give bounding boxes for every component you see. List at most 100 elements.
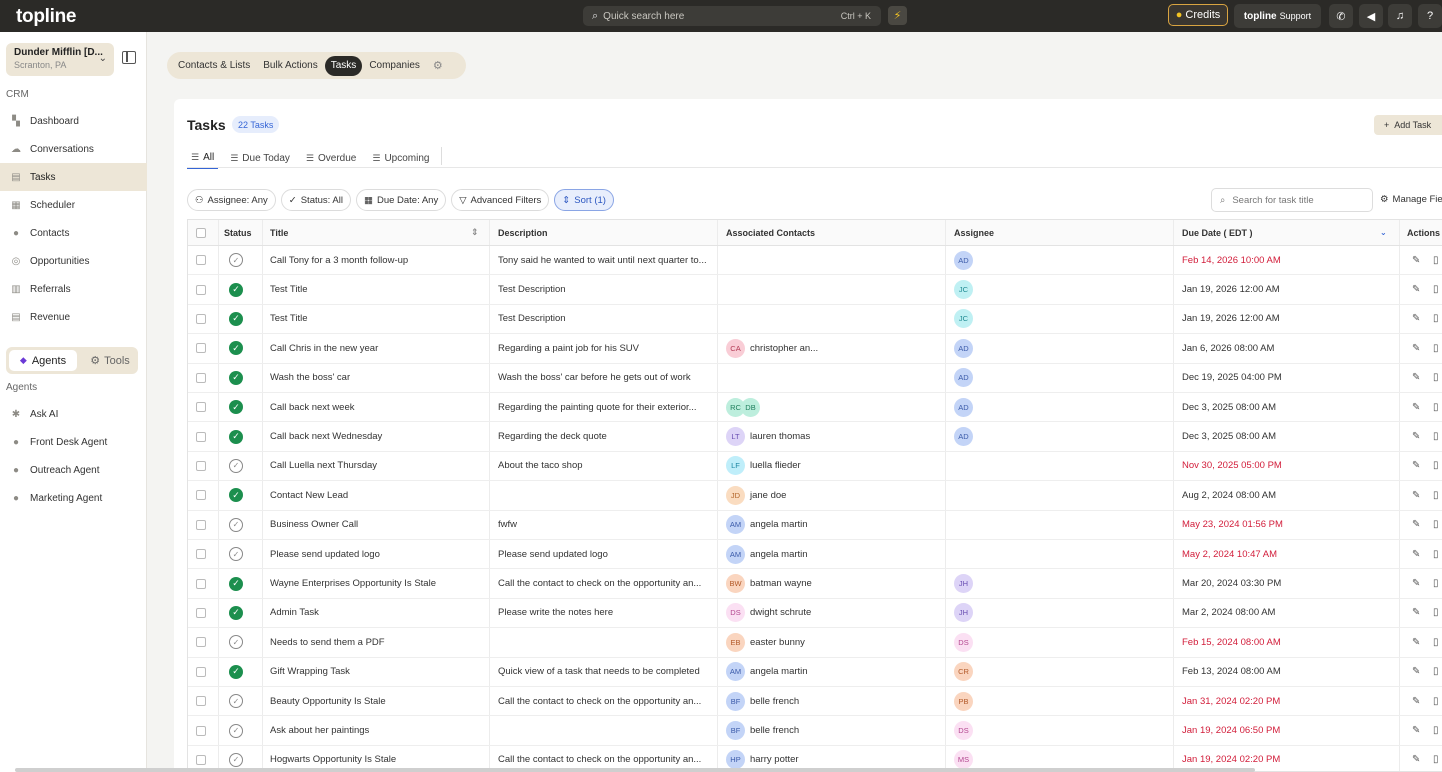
assignee-avatar[interactable]: DS — [954, 721, 973, 741]
completed-status-icon[interactable]: ✓ — [229, 429, 243, 444]
contact-avatar[interactable]: BF — [726, 691, 745, 711]
table-row[interactable]: ✓ Call back next Wednesday Regarding the… — [188, 422, 1442, 452]
task-title[interactable]: Test Title — [270, 305, 485, 333]
sidebar-collapse-icon[interactable] — [122, 51, 136, 64]
row-checkbox[interactable] — [196, 754, 206, 765]
completed-status-icon[interactable]: ✓ — [229, 341, 243, 356]
table-row[interactable]: ✓ Business Owner Call fwfw AM angela mar… — [188, 510, 1442, 540]
assignee-avatar[interactable]: AD — [954, 250, 973, 270]
lightning-icon[interactable]: ⚡ — [888, 6, 907, 25]
assignee-avatar[interactable]: DS — [954, 632, 973, 652]
pending-status-icon[interactable]: ✓ — [229, 752, 243, 767]
contact-name[interactable]: belle french — [750, 725, 799, 736]
contact-avatar[interactable]: EB — [726, 632, 745, 652]
table-row[interactable]: ✓ Please send updated logo Please send u… — [188, 540, 1442, 570]
contact-avatar[interactable]: CA — [726, 338, 745, 358]
col-status[interactable]: Status — [224, 220, 252, 245]
megaphone-icon[interactable]: ◀ — [1359, 4, 1383, 28]
horizontal-scrollbar[interactable] — [15, 768, 1255, 772]
assignee-avatar[interactable]: AD — [954, 427, 973, 447]
edit-icon[interactable]: ✎ — [1412, 628, 1420, 656]
assignee-filter[interactable]: ⚇ Assignee: Any — [187, 189, 276, 211]
edit-icon[interactable]: ✎ — [1412, 658, 1420, 686]
completed-status-icon[interactable]: ✓ — [229, 605, 243, 620]
task-title[interactable]: Call Chris in the new year — [270, 334, 485, 362]
contact-name[interactable]: jane doe — [750, 490, 786, 501]
trash-icon[interactable]: ▯ — [1433, 422, 1439, 450]
table-row[interactable]: ✓ Call Tony for a 3 month follow-up Tony… — [188, 246, 1442, 276]
table-row[interactable]: ✓ Ask about her paintings BF belle frenc… — [188, 716, 1442, 746]
row-checkbox[interactable] — [196, 255, 206, 266]
edit-icon[interactable]: ✎ — [1412, 364, 1420, 392]
tab-tasks[interactable]: Tasks — [324, 55, 363, 76]
trash-icon[interactable]: ▯ — [1433, 569, 1439, 597]
edit-icon[interactable]: ✎ — [1412, 716, 1420, 744]
completed-status-icon[interactable]: ✓ — [229, 488, 243, 503]
task-title[interactable]: Wash the boss' car — [270, 364, 485, 392]
trash-icon[interactable]: ▯ — [1433, 658, 1439, 686]
task-title[interactable]: Business Owner Call — [270, 511, 485, 539]
pending-status-icon[interactable]: ✓ — [229, 635, 243, 650]
completed-status-icon[interactable]: ✓ — [229, 400, 243, 415]
sidebar-item-tasks[interactable]: ▤ Tasks — [0, 163, 147, 191]
trash-icon[interactable]: ▯ — [1433, 334, 1439, 362]
trash-icon[interactable]: ▯ — [1433, 246, 1439, 274]
row-checkbox[interactable] — [196, 519, 206, 530]
completed-status-icon[interactable]: ✓ — [229, 311, 243, 326]
table-row[interactable]: ✓ Contact New Lead JD jane doe Aug 2, 20… — [188, 481, 1442, 511]
subtab-upcoming[interactable]: ☰ Upcoming — [368, 147, 433, 169]
table-row[interactable]: ✓ Call back next week Regarding the pain… — [188, 393, 1442, 423]
due-date-filter[interactable]: ▦ Due Date: Any — [355, 189, 447, 211]
quick-search[interactable]: ⌕ Quick search here Ctrl + K — [583, 6, 881, 26]
settings-gear-icon[interactable]: ⚙ — [427, 56, 449, 76]
table-row[interactable]: ✓ Call Chris in the new year Regarding a… — [188, 334, 1442, 364]
completed-status-icon[interactable]: ✓ — [229, 576, 243, 591]
trash-icon[interactable]: ▯ — [1433, 687, 1439, 715]
trash-icon[interactable]: ▯ — [1433, 393, 1439, 421]
sidebar-item-opportunities[interactable]: ◎ Opportunities — [0, 247, 147, 275]
col-associated-contacts[interactable]: Associated Contacts — [726, 220, 815, 245]
contact-name[interactable]: belle french — [750, 696, 799, 707]
row-checkbox[interactable] — [196, 372, 206, 383]
table-row[interactable]: ✓ Wash the boss' car Wash the boss' car … — [188, 363, 1442, 393]
contact-avatar[interactable]: DS — [726, 603, 745, 623]
pending-status-icon[interactable]: ✓ — [229, 253, 243, 268]
add-task-button[interactable]: + Add Task — [1374, 115, 1442, 135]
contact-avatar[interactable]: HP — [726, 750, 745, 770]
col-title[interactable]: Title — [270, 220, 288, 245]
edit-icon[interactable]: ✎ — [1412, 393, 1420, 421]
pending-status-icon[interactable]: ✓ — [229, 517, 243, 532]
contact-avatar[interactable]: AM — [726, 544, 745, 564]
completed-status-icon[interactable]: ✓ — [229, 664, 243, 679]
task-title[interactable]: Beauty Opportunity Is Stale — [270, 687, 485, 715]
bell-icon[interactable]: ♫ — [1388, 4, 1412, 28]
pending-status-icon[interactable]: ✓ — [229, 694, 243, 709]
trash-icon[interactable]: ▯ — [1433, 540, 1439, 568]
contact-name[interactable]: christopher an... — [750, 343, 818, 354]
edit-icon[interactable]: ✎ — [1412, 511, 1420, 539]
row-checkbox[interactable] — [196, 343, 206, 354]
trash-icon[interactable]: ▯ — [1433, 275, 1439, 303]
select-all-checkbox[interactable] — [196, 227, 206, 238]
contact-avatar[interactable]: BF — [726, 721, 745, 741]
contact-name[interactable]: harry potter — [750, 754, 799, 765]
trash-icon[interactable]: ▯ — [1433, 628, 1439, 656]
tab-contacts-lists[interactable]: Contacts & Lists — [172, 56, 256, 76]
task-title[interactable]: Wayne Enterprises Opportunity Is Stale — [270, 569, 485, 597]
edit-icon[interactable]: ✎ — [1412, 305, 1420, 333]
edit-icon[interactable]: ✎ — [1412, 687, 1420, 715]
table-row[interactable]: ✓ Admin Task Please write the notes here… — [188, 598, 1442, 629]
row-checkbox[interactable] — [196, 431, 206, 442]
assignee-avatar[interactable]: JC — [954, 309, 973, 329]
contact-avatar[interactable]: DB — [741, 397, 760, 417]
edit-icon[interactable]: ✎ — [1412, 452, 1420, 480]
assignee-avatar[interactable]: CR — [954, 662, 973, 682]
task-title[interactable]: Ask about her paintings — [270, 716, 485, 744]
sidebar-item-revenue[interactable]: ▤ Revenue — [0, 303, 147, 331]
row-checkbox[interactable] — [196, 549, 206, 560]
sidebar-item-conversations[interactable]: ☁ Conversations — [0, 135, 147, 163]
row-checkbox[interactable] — [196, 666, 206, 677]
pending-status-icon[interactable]: ✓ — [229, 458, 243, 473]
edit-icon[interactable]: ✎ — [1412, 599, 1420, 627]
edit-icon[interactable]: ✎ — [1412, 569, 1420, 597]
